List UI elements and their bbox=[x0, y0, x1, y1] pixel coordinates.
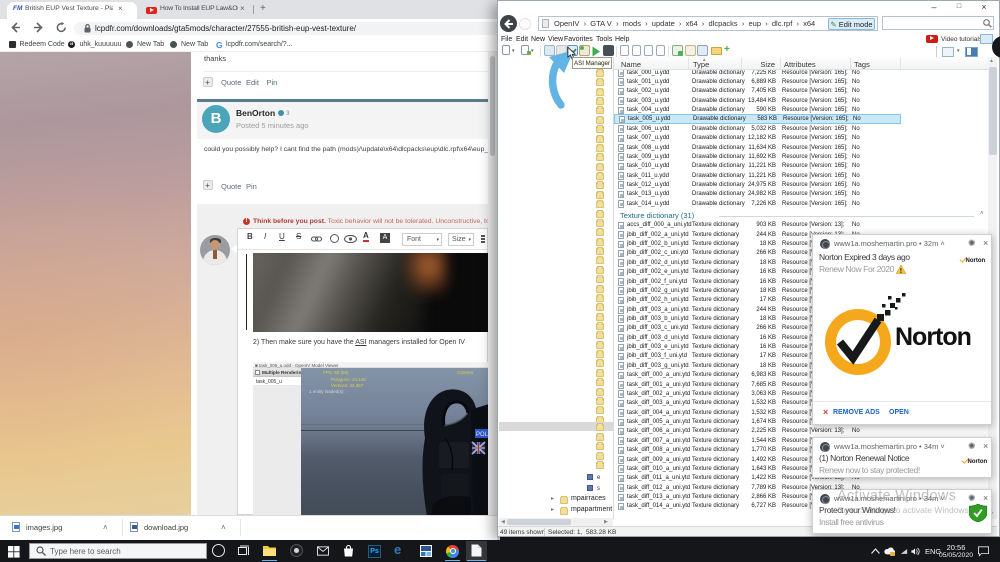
svg-text:!: ! bbox=[900, 268, 902, 274]
svg-text:POL: POL bbox=[476, 432, 489, 438]
